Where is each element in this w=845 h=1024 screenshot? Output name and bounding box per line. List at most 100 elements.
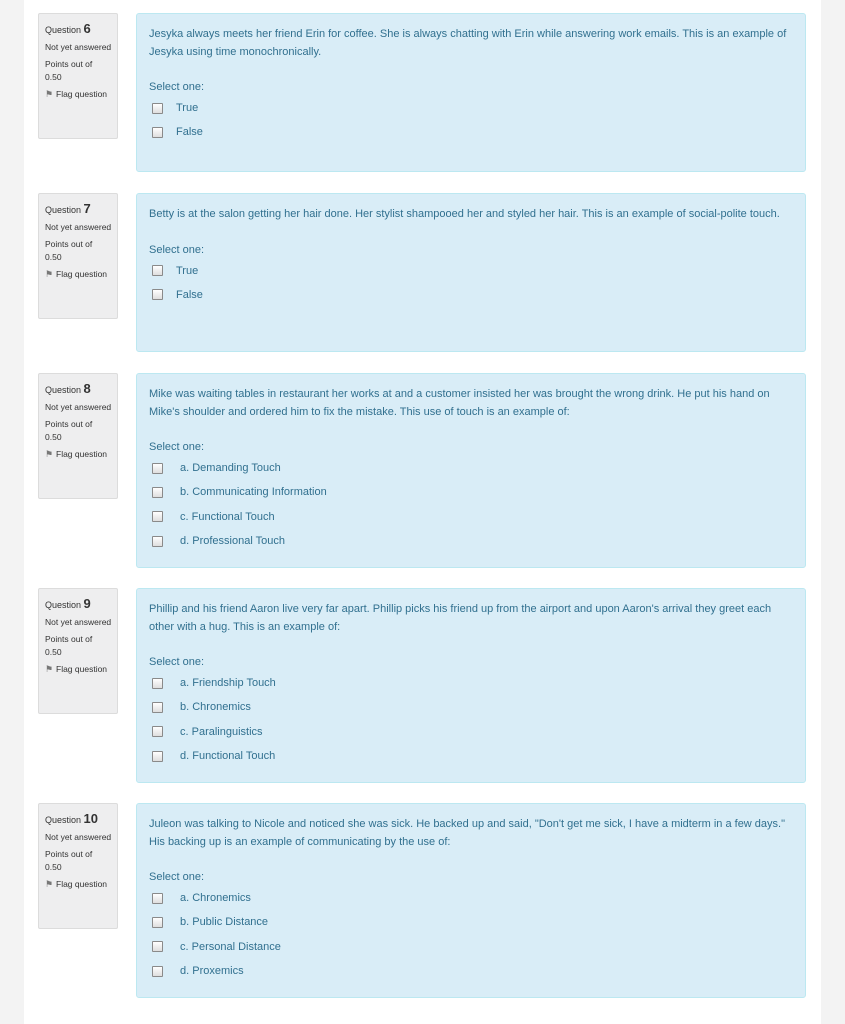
answer-option[interactable]: d. Professional Touch (149, 529, 793, 553)
option-label[interactable]: a. Friendship Touch (180, 677, 276, 689)
flag-icon: ⚑ (45, 89, 54, 99)
question-info: Question 8 Not yet answered Points out o… (38, 373, 118, 499)
option-label[interactable]: b. Communicating Information (180, 486, 327, 498)
flag-label: Flag question (56, 89, 108, 99)
checkbox[interactable] (152, 701, 163, 713)
checkbox[interactable] (152, 535, 163, 547)
select-one-prompt: Select one: (149, 871, 205, 883)
answer-option[interactable]: d. Functional Touch (149, 744, 793, 768)
answer-option[interactable]: b. Chronemics (149, 695, 793, 719)
answer-option[interactable]: c. Personal Distance (149, 935, 793, 959)
flag-label: Flag question (56, 449, 108, 459)
checkbox[interactable] (152, 102, 163, 114)
grade-label: Points out of (45, 634, 93, 644)
grade-label: Points out of (45, 239, 93, 249)
select-one-prompt: Select one: (149, 441, 205, 453)
select-one-prompt: Select one: (149, 656, 205, 668)
answer-option[interactable]: True (149, 96, 793, 120)
answer-option[interactable]: c. Functional Touch (149, 505, 793, 529)
flag-icon: ⚑ (45, 269, 54, 279)
option-label[interactable]: c. Functional Touch (180, 511, 275, 523)
question-number: Question 9 (45, 597, 117, 612)
answer-option[interactable]: a. Friendship Touch (149, 671, 793, 695)
option-label[interactable]: a. Demanding Touch (180, 462, 281, 474)
grade-label: Points out of (45, 419, 93, 429)
checkbox[interactable] (152, 289, 163, 301)
question-content: Juleon was talking to Nicole and noticed… (136, 803, 806, 998)
option-label[interactable]: b. Public Distance (180, 916, 268, 928)
flag-question-link[interactable]: ⚑ Flag question (45, 448, 117, 461)
option-label[interactable]: c. Personal Distance (180, 941, 281, 953)
answer-option[interactable]: b. Public Distance (149, 910, 793, 934)
question-text: Jesyka always meets her friend Erin for … (149, 28, 787, 58)
checkbox[interactable] (152, 511, 163, 523)
question-content: Jesyka always meets her friend Erin for … (136, 13, 806, 172)
question-state: Not yet answered (45, 402, 112, 412)
question-number-value: 10 (83, 811, 99, 826)
answer-option[interactable]: True (149, 259, 793, 283)
question-text: Juleon was talking to Nicole and noticed… (149, 818, 786, 848)
question-label: Question (45, 205, 82, 215)
option-label[interactable]: d. Professional Touch (180, 535, 285, 547)
question-number-value: 6 (83, 21, 91, 36)
answer-option[interactable]: a. Demanding Touch (149, 456, 793, 480)
question-content: Phillip and his friend Aaron live very f… (136, 588, 806, 783)
question-info: Question 9 Not yet answered Points out o… (38, 588, 118, 714)
select-one-prompt: Select one: (149, 81, 205, 93)
option-label[interactable]: True (176, 265, 198, 277)
question-label: Question (45, 385, 82, 395)
checkbox[interactable] (152, 265, 163, 277)
flag-label: Flag question (56, 664, 108, 674)
answer-options: a. Friendship Touch b. Chronemics c. Par… (149, 671, 793, 768)
checkbox[interactable] (152, 126, 163, 138)
question-state: Not yet answered (45, 832, 112, 842)
answer-option[interactable]: d. Proxemics (149, 959, 793, 983)
question-info: Question 6 Not yet answered Points out o… (38, 13, 118, 139)
question-label: Question (45, 600, 82, 610)
question-text: Phillip and his friend Aaron live very f… (149, 603, 772, 633)
option-label[interactable]: d. Proxemics (180, 965, 244, 977)
question-grade: Points out of 0.50 (45, 238, 117, 264)
checkbox[interactable] (152, 965, 163, 977)
option-label[interactable]: c. Paralinguistics (180, 726, 263, 738)
option-label[interactable]: False (176, 126, 203, 138)
question-text: Betty is at the salon getting her hair d… (149, 208, 780, 220)
option-label[interactable]: d. Functional Touch (180, 750, 275, 762)
checkbox[interactable] (152, 486, 163, 498)
flag-question-link[interactable]: ⚑ Flag question (45, 88, 117, 101)
checkbox[interactable] (152, 916, 163, 928)
answer-option[interactable]: b. Communicating Information (149, 480, 793, 504)
flag-question-link[interactable]: ⚑ Flag question (45, 878, 117, 891)
question-number-value: 7 (83, 201, 91, 216)
checkbox[interactable] (152, 892, 163, 904)
option-label[interactable]: a. Chronemics (180, 892, 251, 904)
option-label[interactable]: True (176, 102, 198, 114)
checkbox[interactable] (152, 941, 163, 953)
answer-option[interactable]: False (149, 283, 793, 307)
checkbox[interactable] (152, 750, 163, 762)
question-grade: Points out of 0.50 (45, 848, 117, 874)
grade-label: Points out of (45, 849, 93, 859)
flag-question-link[interactable]: ⚑ Flag question (45, 663, 117, 676)
question-info: Question 7 Not yet answered Points out o… (38, 193, 118, 319)
select-one-prompt: Select one: (149, 243, 205, 256)
question-grade: Points out of 0.50 (45, 418, 117, 444)
flag-icon: ⚑ (45, 664, 54, 674)
checkbox[interactable] (152, 462, 163, 474)
answer-option[interactable]: False (149, 120, 793, 144)
question-number-value: 8 (83, 381, 91, 396)
grade-value: 0.50 (45, 862, 62, 872)
checkbox[interactable] (152, 677, 163, 689)
option-label[interactable]: b. Chronemics (180, 701, 251, 713)
flag-question-link[interactable]: ⚑ Flag question (45, 268, 117, 281)
answer-options: a. Chronemics b. Public Distance c. Pers… (149, 886, 793, 983)
question-state: Not yet answered (45, 222, 112, 232)
grade-value: 0.50 (45, 432, 62, 442)
checkbox[interactable] (152, 726, 163, 738)
question-number: Question 8 (45, 382, 117, 397)
option-label[interactable]: False (176, 289, 203, 301)
answer-option[interactable]: c. Paralinguistics (149, 720, 793, 744)
question-grade: Points out of 0.50 (45, 58, 117, 84)
answer-option[interactable]: a. Chronemics (149, 886, 793, 910)
question-number: Question 6 (45, 22, 117, 37)
